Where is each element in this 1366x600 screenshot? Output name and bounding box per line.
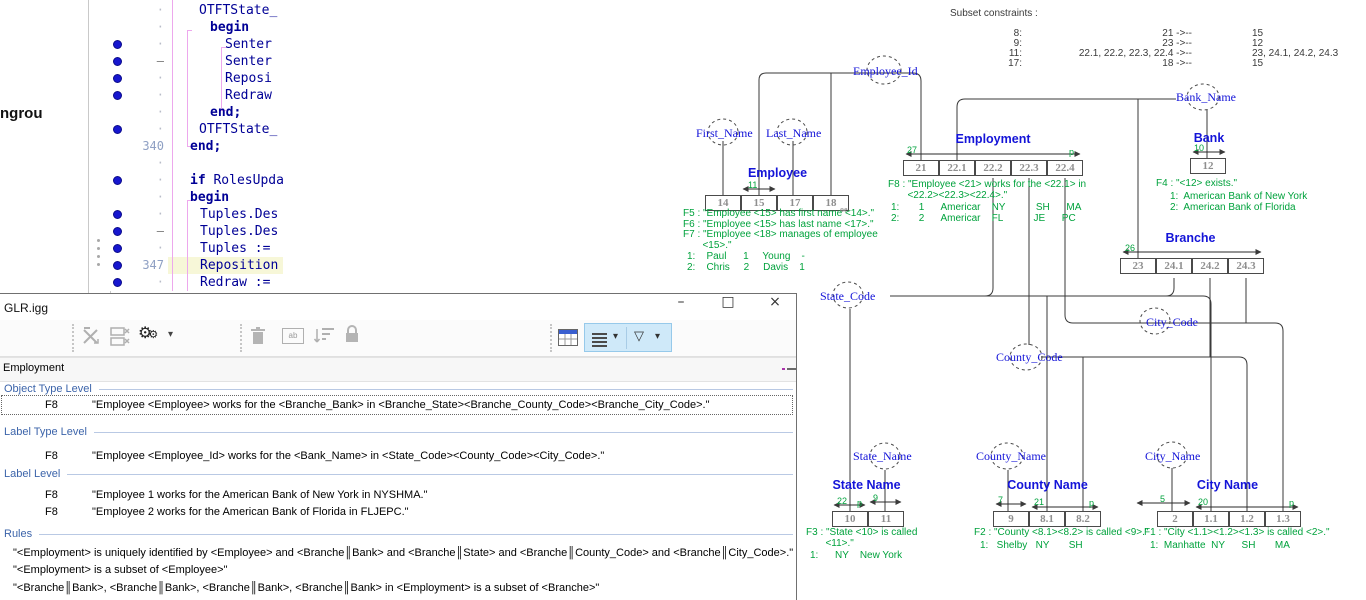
gears-dropdown-icon[interactable]: ▾ xyxy=(168,329,173,340)
role-box[interactable]: 9 xyxy=(993,511,1029,527)
view-options-group: ▾ ▽ ▾ xyxy=(584,323,672,352)
rule-row[interactable]: "<Employment> is uniquely identified by … xyxy=(13,547,793,559)
section-header-label-level: Label Level xyxy=(4,467,793,481)
data-bank: 1: American Bank of New York 2: American… xyxy=(1170,192,1307,213)
role-box[interactable]: 8.2 xyxy=(1065,511,1101,527)
minimize-button[interactable]: – xyxy=(662,294,700,319)
toolbar-separator xyxy=(550,324,552,352)
uc-number: 21 xyxy=(1034,497,1044,507)
legend-list-icon[interactable] xyxy=(779,362,794,377)
uc-number: 7 xyxy=(998,495,1003,505)
role-box[interactable]: 1.3 xyxy=(1265,511,1301,527)
subset-constraints-title: Subset constraints : xyxy=(950,8,1038,19)
label-employee-id[interactable]: Employee_Id xyxy=(853,64,918,79)
maximize-button[interactable]: □ xyxy=(709,294,747,319)
label-bank-name[interactable]: Bank_Name xyxy=(1176,90,1236,105)
facttype-title-branche[interactable]: Branche xyxy=(1153,231,1228,245)
role-box[interactable]: 10 xyxy=(832,511,868,527)
uc-primary-mark: p xyxy=(1289,498,1294,508)
close-button[interactable]: × xyxy=(756,294,794,319)
role-box[interactable]: 21 xyxy=(903,160,939,176)
data-employment: 1: 1 Americar NY SH MA 2: 2 Americar FL … xyxy=(891,203,1081,224)
facttype-title-city-name[interactable]: City Name xyxy=(1180,478,1275,492)
line-style-icon[interactable] xyxy=(592,331,607,349)
uc-number: 9 xyxy=(873,493,878,503)
uc-number: 22 xyxy=(837,496,847,506)
label-state-code[interactable]: State_Code xyxy=(820,289,875,304)
uc-number: 10 xyxy=(1194,143,1204,153)
role-box[interactable]: 22.2 xyxy=(975,160,1011,176)
uc-primary-mark: p xyxy=(1069,147,1074,157)
role-box[interactable]: 24.3 xyxy=(1228,258,1264,274)
filter-dropdown-icon[interactable]: ▾ xyxy=(655,331,660,342)
filter-icon[interactable]: ▽ xyxy=(634,328,644,344)
document-label: Employment xyxy=(3,362,64,374)
role-box[interactable]: 1.2 xyxy=(1229,511,1265,527)
toolbar-separator xyxy=(240,324,242,352)
label-state-name[interactable]: State_Name xyxy=(853,449,912,464)
role-box[interactable]: 8.1 xyxy=(1029,511,1065,527)
label-county-name[interactable]: County_Name xyxy=(976,449,1046,464)
facttype-title-state-name[interactable]: State Name xyxy=(819,478,914,492)
uc-number: 27 xyxy=(907,145,917,155)
grid-view-icon[interactable] xyxy=(558,329,578,351)
role-box[interactable]: 24.1 xyxy=(1156,258,1192,274)
transform-icon[interactable] xyxy=(80,326,102,353)
dialog-title: GLR.igg xyxy=(4,301,48,315)
section-header-rules: Rules xyxy=(4,527,793,541)
facts-employee: F5 : "Employee <15> has first name <14>.… xyxy=(683,209,878,251)
role-box[interactable]: 22.3 xyxy=(1011,160,1047,176)
uc-number: 5 xyxy=(1160,494,1165,504)
role-box[interactable]: 24.2 xyxy=(1192,258,1228,274)
rule-row[interactable]: "<Employment> is a subset of <Employee>" xyxy=(13,564,227,576)
uc-primary-mark: p xyxy=(857,498,862,508)
label-first-name[interactable]: First_Name xyxy=(696,126,753,141)
facts-employment: F8 : "Employee <21> works for the <22.1>… xyxy=(888,180,1086,201)
dictionary-icon[interactable]: ab xyxy=(282,328,304,344)
gears-icon[interactable]: ⚙⚙ xyxy=(138,323,158,343)
section-header-label-type: Label Type Level xyxy=(4,425,793,439)
facts-state: F3 : "State <10> is called <11>." xyxy=(806,528,917,549)
fact-bank: F4 : "<12> exists." xyxy=(1156,179,1237,190)
role-box[interactable]: 22.1 xyxy=(939,160,975,176)
role-box[interactable]: 11 xyxy=(868,511,904,527)
fact-city: F1 : "City <1.1><1.2><1.3> is called <2>… xyxy=(1144,528,1330,539)
data-county: 1: Shelby NY SH xyxy=(980,541,1083,552)
role-box[interactable]: 2 xyxy=(1157,511,1193,527)
uc-number: 26 xyxy=(1125,243,1135,253)
facttype-title-county-name[interactable]: County Name xyxy=(995,478,1100,492)
line-style-dropdown-icon[interactable]: ▾ xyxy=(613,331,618,342)
label-city-name[interactable]: City_Name xyxy=(1145,449,1200,464)
dialog-toolbar: ⚙⚙ ▾ ab ▾ xyxy=(0,320,796,357)
sort-icon[interactable] xyxy=(314,327,336,350)
data-state: 1: NY New York xyxy=(810,551,902,562)
role-box[interactable]: 22.4 xyxy=(1047,160,1083,176)
verbalizer-dialog: GLR.igg – □ × ⚙⚙ ▾ a xyxy=(0,293,797,600)
facttype-title-bank[interactable]: Bank xyxy=(1179,131,1239,145)
screen: ngrou ·OTFTState_ ·begin ·Senter –Senter… xyxy=(0,0,1366,600)
facttype-title-employee[interactable]: Employee xyxy=(735,166,820,180)
fact-county: F2 : "County <8.1><8.2> is called <9>." xyxy=(974,528,1148,539)
toolbar-separator xyxy=(72,324,74,352)
role-box[interactable]: 23 xyxy=(1120,258,1156,274)
data-employee: 1: Paul 1 Young - 2: Chris 2 Davis 1 xyxy=(687,252,805,273)
rule-row[interactable]: "<Branche║Bank>, <Branche║Bank>, <Branch… xyxy=(13,582,599,594)
label-city-code[interactable]: City_Code xyxy=(1146,315,1198,330)
role-box[interactable]: 12 xyxy=(1190,158,1226,174)
uc-primary-mark: p xyxy=(1089,498,1094,508)
uc-number: 11 xyxy=(748,180,757,190)
document-row[interactable]: Employment xyxy=(0,357,796,382)
trash-icon[interactable] xyxy=(250,326,266,351)
section-header-object-type: Object Type Level xyxy=(4,382,793,396)
facttype-title-employment[interactable]: Employment xyxy=(938,132,1048,146)
uc-number: 20 xyxy=(1198,497,1208,507)
role-box[interactable]: 1.1 xyxy=(1193,511,1229,527)
label-last-name[interactable]: Last_Name xyxy=(766,126,821,141)
data-city: 1: Manhatte NY SH MA xyxy=(1150,541,1290,552)
label-county-code[interactable]: County_Code xyxy=(996,350,1063,365)
check-rows-icon[interactable] xyxy=(110,326,134,353)
lock-icon[interactable] xyxy=(344,325,360,348)
